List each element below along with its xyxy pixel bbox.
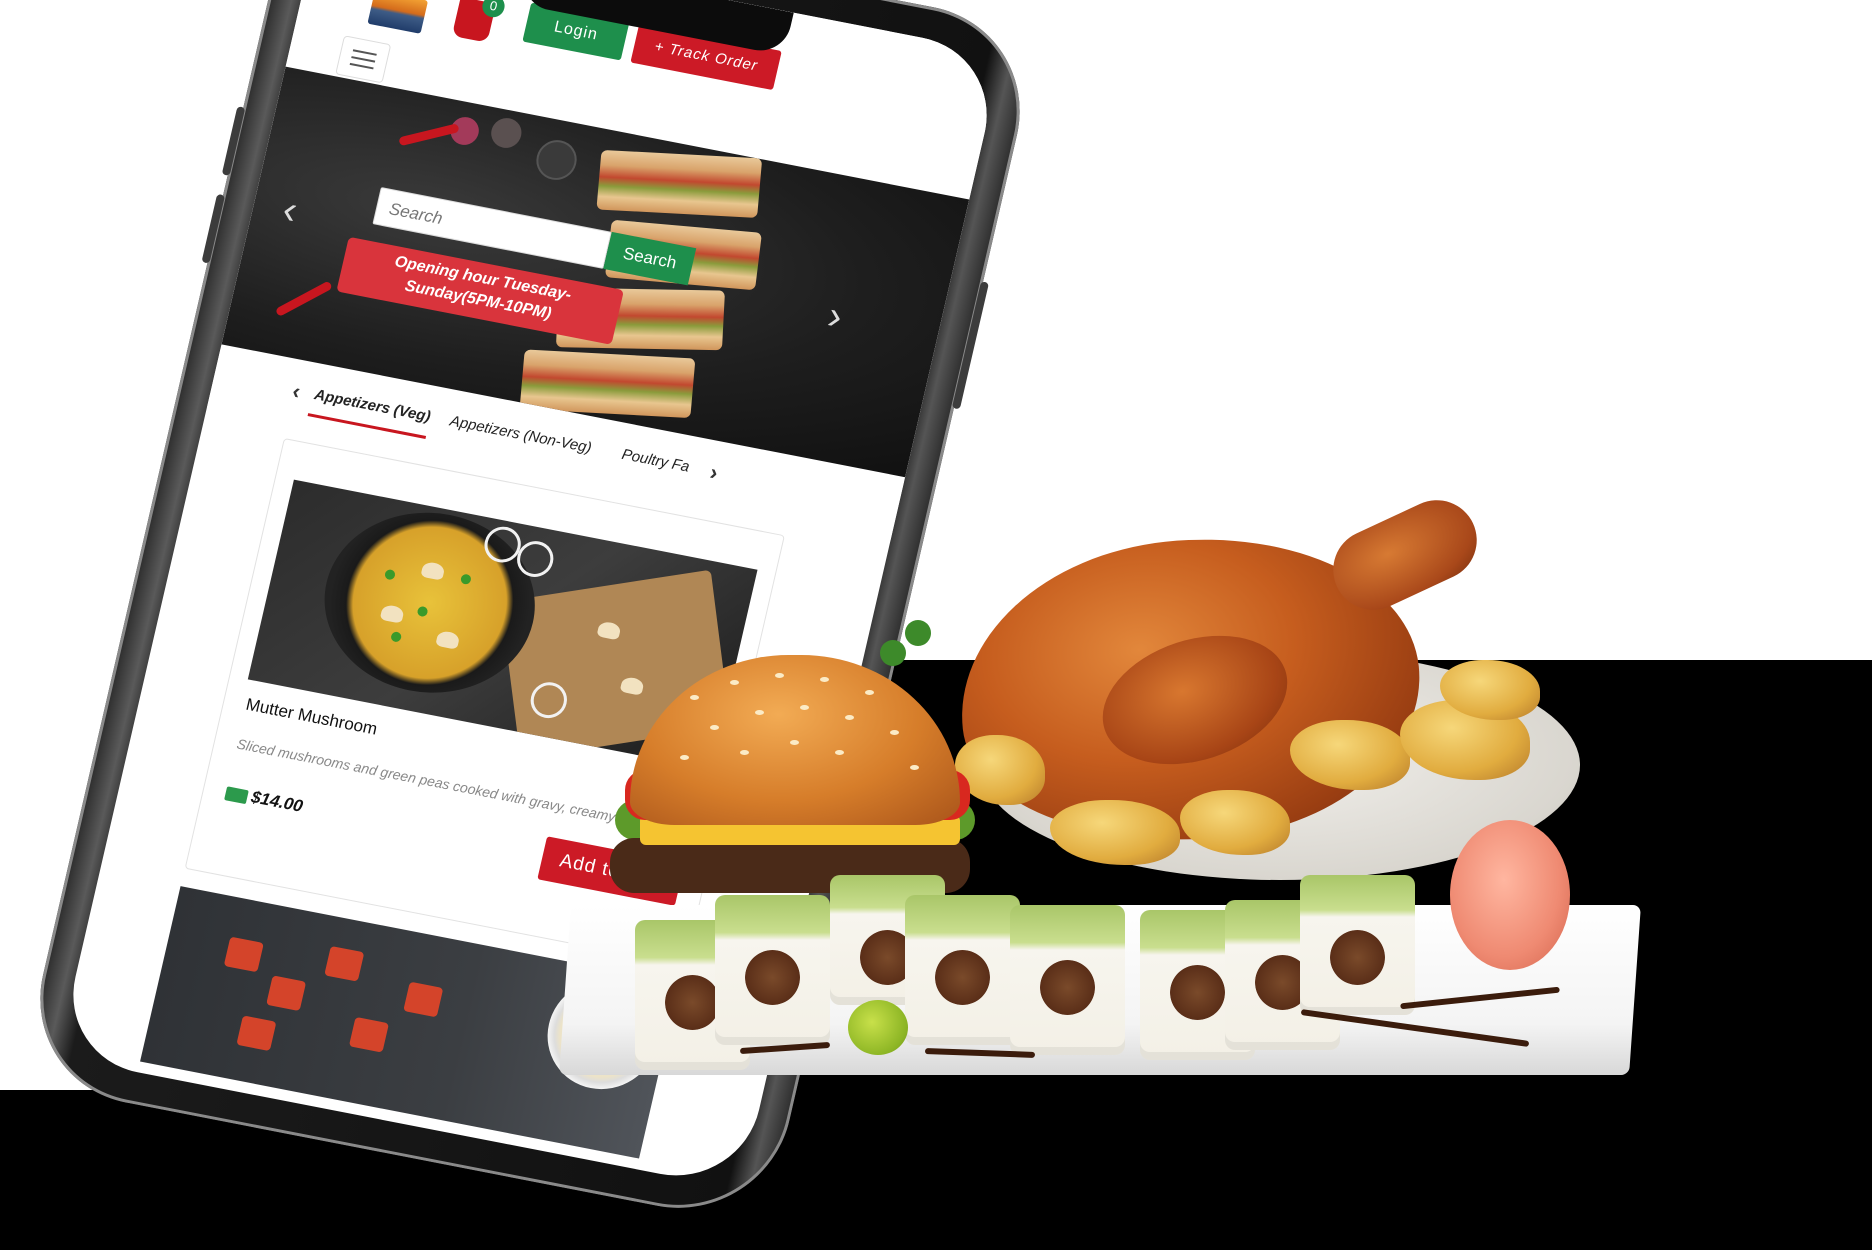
spice-bowl bbox=[488, 115, 525, 151]
chili bbox=[274, 280, 333, 318]
menu-icon[interactable] bbox=[335, 35, 392, 84]
pickled-ginger bbox=[1450, 820, 1570, 970]
spice-bowl bbox=[532, 136, 581, 184]
tab-appetizers-non-veg[interactable]: Appetizers (Non-Veg) bbox=[448, 413, 593, 457]
menu-item-title: Mutter Mushroom bbox=[244, 694, 380, 739]
menu-item-price: $14.00 bbox=[249, 787, 305, 816]
sushi-roll bbox=[1300, 875, 1415, 1015]
paneer bbox=[236, 1015, 277, 1052]
banner-food-image bbox=[596, 149, 763, 218]
chevron-left-icon[interactable]: ‹ bbox=[290, 378, 303, 405]
chevron-right-icon[interactable]: › bbox=[707, 459, 721, 486]
money-icon bbox=[224, 786, 249, 805]
wasabi bbox=[848, 1000, 908, 1055]
paneer bbox=[348, 1016, 390, 1053]
tab-poultry[interactable]: Poultry Fa bbox=[620, 446, 691, 476]
chevron-left-icon[interactable]: ‹ bbox=[279, 187, 302, 232]
banner-food-image bbox=[519, 349, 696, 419]
login-button-label: Login bbox=[552, 18, 600, 44]
sushi-roll bbox=[715, 895, 830, 1045]
paneer bbox=[223, 936, 264, 973]
herb-garnish bbox=[905, 620, 931, 646]
paneer bbox=[324, 945, 365, 982]
paneer bbox=[403, 981, 444, 1018]
restaurant-logo[interactable] bbox=[367, 0, 429, 34]
sushi-roll bbox=[905, 895, 1020, 1045]
herb-garnish bbox=[880, 640, 906, 666]
paneer bbox=[266, 975, 307, 1012]
sushi-roll bbox=[1010, 905, 1125, 1055]
chevron-right-icon[interactable]: › bbox=[824, 293, 847, 338]
